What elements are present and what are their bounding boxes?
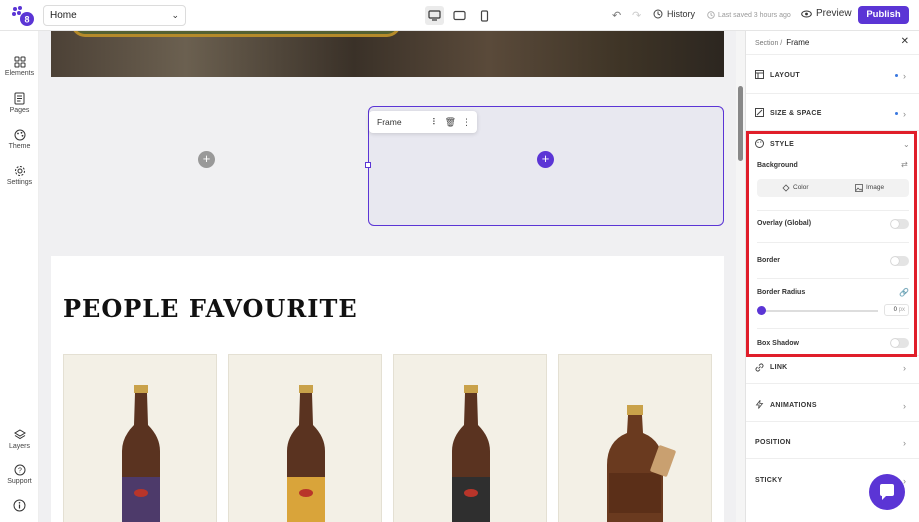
chevron-right-icon: ›: [903, 71, 907, 81]
theme-button[interactable]: Theme: [0, 129, 39, 150]
app-logo[interactable]: 8: [11, 5, 35, 27]
pages-label: Pages: [9, 107, 30, 114]
left-toolbar: Elements Pages Theme Settings Layers ? S…: [0, 31, 39, 522]
clock-icon: [707, 11, 715, 19]
desktop-view-button[interactable]: [425, 6, 444, 25]
preview-label: Preview: [816, 8, 852, 19]
gear-icon: [14, 166, 25, 176]
product-card[interactable]: [558, 354, 712, 522]
canvas-scrollbar[interactable]: [736, 31, 745, 522]
size-icon: [755, 108, 764, 117]
page-preview: + + PEOPLE FAVOURITE: [51, 31, 724, 522]
modified-indicator: [895, 74, 898, 77]
beer-bottle-image: [452, 385, 490, 522]
support-button[interactable]: ? Support: [0, 464, 39, 485]
beer-bottle-image: [122, 385, 160, 522]
page-selector-value: Home: [50, 10, 77, 21]
tablet-view-button[interactable]: [450, 6, 469, 25]
info-icon: [13, 499, 26, 512]
history-label: History: [667, 9, 696, 19]
desktop-icon: [428, 10, 441, 21]
layout-label: LAYOUT: [770, 72, 800, 79]
beer-bottle-image: [287, 385, 325, 522]
growler-image: [607, 405, 676, 522]
resize-handle[interactable]: [365, 162, 371, 168]
history-button[interactable]: History: [653, 9, 695, 19]
chat-icon: [880, 484, 894, 500]
add-element-button-selected[interactable]: +: [537, 151, 554, 168]
frame-toolbar-label: Frame: [377, 117, 402, 127]
section-heading[interactable]: PEOPLE FAVOURITE: [63, 294, 358, 323]
publish-button[interactable]: Publish: [858, 6, 909, 24]
pages-button[interactable]: Pages: [0, 92, 39, 114]
svg-text:8: 8: [24, 15, 29, 25]
product-card[interactable]: [63, 354, 217, 522]
page-selector[interactable]: Home ⌄: [43, 5, 186, 26]
hero-image[interactable]: [51, 31, 724, 77]
breadcrumb-current: Frame: [786, 38, 810, 47]
layers-button[interactable]: Layers: [0, 429, 39, 450]
add-element-button[interactable]: +: [198, 151, 215, 168]
hero-image-plate: [71, 31, 401, 37]
breadcrumb: Section / Frame: [755, 38, 810, 47]
chevron-right-icon: ›: [903, 109, 907, 119]
help-icon: ?: [14, 464, 25, 476]
layers-label: Layers: [8, 443, 30, 450]
preview-button[interactable]: Preview: [801, 8, 852, 19]
chevron-right-icon: ›: [903, 401, 907, 411]
tablet-icon: [453, 10, 466, 21]
product-card[interactable]: [393, 354, 547, 522]
device-switcher: [425, 6, 494, 25]
palette-icon: [14, 129, 25, 141]
product-card[interactable]: [228, 354, 382, 522]
layers-icon: [13, 429, 26, 440]
scrollbar-thumb[interactable]: [738, 86, 743, 161]
close-icon[interactable]: ✕: [901, 36, 909, 47]
style-section-highlight: [746, 131, 917, 357]
settings-button[interactable]: Settings: [0, 165, 39, 186]
chat-button[interactable]: [869, 474, 905, 510]
size-space-label: SIZE & SPACE: [770, 110, 822, 117]
grid-icon: [14, 56, 25, 68]
undo-icon[interactable]: ↶: [612, 9, 621, 22]
delete-icon[interactable]: 🗑: [445, 111, 456, 133]
more-options-icon[interactable]: ⋮: [462, 111, 471, 133]
frame-toolbar: Frame ⠇ 🗑 ⋮: [369, 111, 477, 133]
redo-icon[interactable]: ↷: [632, 9, 641, 22]
mobile-view-button[interactable]: [475, 6, 494, 25]
info-button[interactable]: [0, 499, 39, 514]
sticky-label: STICKY: [755, 477, 783, 484]
theme-label: Theme: [8, 143, 31, 150]
top-bar: 8 Home ⌄ ↶ ↷ History Last saved 3 hours …: [0, 0, 919, 31]
save-status: Last saved 3 hours ago: [707, 11, 791, 19]
save-status-text: Last saved 3 hours ago: [718, 11, 791, 19]
elements-button[interactable]: Elements: [0, 56, 39, 77]
chevron-right-icon: ›: [903, 363, 907, 373]
frame-left[interactable]: +: [51, 106, 361, 226]
history-icon: [653, 9, 663, 19]
favourites-section[interactable]: PEOPLE FAVOURITE: [51, 256, 724, 522]
lightning-icon: [755, 400, 764, 409]
layout-icon: [755, 70, 764, 79]
settings-label: Settings: [6, 179, 33, 186]
eye-icon: [801, 10, 812, 17]
modified-indicator: [895, 112, 898, 115]
support-label: Support: [7, 478, 32, 485]
chevron-down-icon: ⌄: [171, 10, 179, 20]
mobile-icon: [480, 9, 489, 22]
editor-canvas[interactable]: + + PEOPLE FAVOURITE Frame ⠇ 🗑 ⋮: [39, 31, 745, 522]
section-block[interactable]: + +: [51, 77, 724, 256]
breadcrumb-parent[interactable]: Section: [755, 40, 778, 47]
link-label: LINK: [770, 364, 788, 371]
link-icon: [755, 363, 764, 372]
elements-label: Elements: [4, 70, 35, 77]
chevron-right-icon: ›: [903, 438, 907, 448]
page-icon: [14, 92, 25, 105]
svg-text:?: ?: [18, 468, 22, 475]
position-label: POSITION: [755, 439, 791, 446]
animations-label: ANIMATIONS: [770, 402, 817, 409]
drag-handle-icon[interactable]: ⠇: [432, 111, 439, 133]
